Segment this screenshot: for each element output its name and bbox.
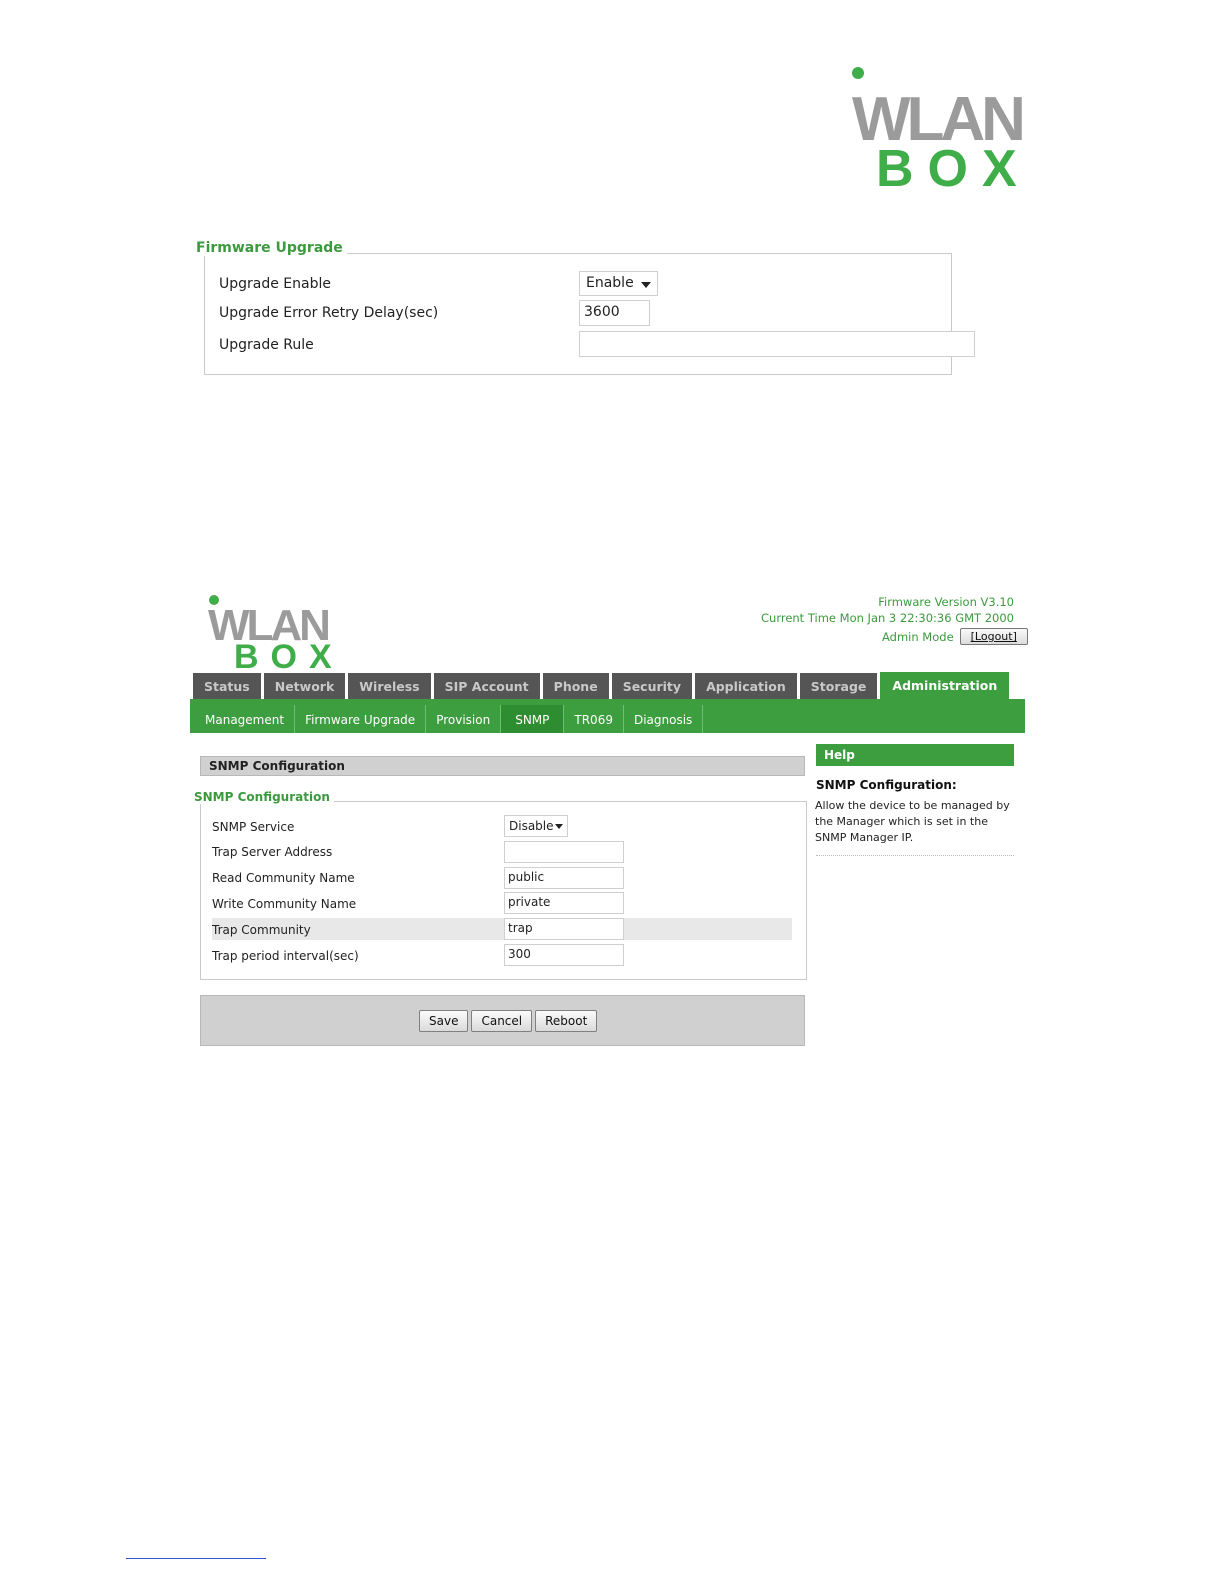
svg-text:BOX: BOX bbox=[876, 140, 1031, 192]
tab-application[interactable]: Application bbox=[695, 673, 797, 699]
chevron-down-icon bbox=[641, 281, 651, 288]
main-tabs: Status Network Wireless SIP Account Phon… bbox=[193, 672, 1012, 699]
current-time: Current Time Mon Jan 3 22:30:36 GMT 2000 bbox=[761, 611, 1014, 625]
cancel-button[interactable]: Cancel bbox=[471, 1010, 533, 1032]
firmware-upgrade-legend: Firmware Upgrade bbox=[194, 240, 347, 256]
help-divider bbox=[816, 855, 1014, 856]
snmp-service-value: Disable bbox=[509, 819, 554, 833]
trap-community-label: Trap Community bbox=[212, 923, 311, 937]
tab-status[interactable]: Status bbox=[193, 673, 261, 699]
help-header: Help bbox=[816, 744, 1014, 766]
wlanbox-logo-small: WLAN BOX bbox=[208, 595, 344, 670]
retry-delay-label: Upgrade Error Retry Delay(sec) bbox=[219, 305, 439, 321]
trap-period-label: Trap period interval(sec) bbox=[212, 949, 359, 963]
subtab-tr069[interactable]: TR069 bbox=[564, 705, 624, 733]
reboot-button[interactable]: Reboot bbox=[535, 1010, 598, 1032]
footer-link-underline bbox=[126, 1558, 266, 1559]
upgrade-enable-value: Enable bbox=[586, 275, 634, 291]
section-title: SNMP Configuration bbox=[200, 756, 805, 776]
upgrade-rule-input[interactable] bbox=[579, 331, 975, 357]
read-community-label: Read Community Name bbox=[212, 871, 355, 885]
upgrade-rule-label: Upgrade Rule bbox=[219, 337, 314, 353]
tab-wireless[interactable]: Wireless bbox=[348, 673, 431, 699]
snmp-service-select[interactable]: Disable bbox=[504, 815, 568, 837]
snmp-service-label: SNMP Service bbox=[212, 820, 295, 834]
upgrade-enable-label: Upgrade Enable bbox=[219, 276, 331, 292]
help-text: Allow the device to be managed by the Ma… bbox=[815, 799, 1010, 844]
write-community-label: Write Community Name bbox=[212, 897, 357, 911]
snmp-config-legend: SNMP Configuration bbox=[192, 790, 334, 804]
admin-mode-label: Admin Mode bbox=[882, 629, 954, 644]
trap-period-input[interactable]: 300 bbox=[504, 944, 624, 966]
write-community-input[interactable]: private bbox=[504, 892, 624, 914]
retry-delay-input[interactable]: 3600 bbox=[579, 300, 650, 326]
subtab-diagnosis[interactable]: Diagnosis bbox=[624, 705, 704, 733]
action-buttons: Save Cancel Reboot bbox=[419, 1010, 598, 1032]
tab-sip-account[interactable]: SIP Account bbox=[433, 673, 540, 699]
upgrade-enable-select[interactable]: Enable bbox=[579, 271, 658, 296]
trap-server-input[interactable] bbox=[504, 841, 624, 863]
subtab-firmware-upgrade[interactable]: Firmware Upgrade bbox=[295, 705, 427, 733]
subtab-provision[interactable]: Provision bbox=[426, 705, 502, 733]
sub-tabs: Management Firmware Upgrade Provision SN… bbox=[195, 705, 704, 733]
wlanbox-logo: WLAN BOX bbox=[852, 67, 1031, 192]
tab-phone[interactable]: Phone bbox=[542, 673, 609, 699]
trap-community-input[interactable]: trap bbox=[504, 918, 624, 940]
tab-administration[interactable]: Administration bbox=[880, 672, 1010, 699]
firmware-version: Firmware Version V3.10 bbox=[878, 595, 1014, 609]
tab-network[interactable]: Network bbox=[263, 673, 346, 699]
save-button[interactable]: Save bbox=[419, 1010, 469, 1032]
logout-button[interactable]: [Logout] bbox=[959, 628, 1028, 645]
tab-storage[interactable]: Storage bbox=[799, 673, 878, 699]
read-community-input[interactable]: public bbox=[504, 867, 624, 889]
svg-text:BOX: BOX bbox=[234, 638, 344, 670]
subtab-management[interactable]: Management bbox=[195, 705, 296, 733]
trap-server-label: Trap Server Address bbox=[212, 845, 333, 859]
tab-security[interactable]: Security bbox=[611, 673, 693, 699]
subtab-snmp[interactable]: SNMP bbox=[501, 705, 565, 733]
help-title: SNMP Configuration: bbox=[816, 778, 957, 792]
admin-mode-row: Admin Mode [Logout] bbox=[882, 628, 1028, 645]
chevron-down-icon bbox=[555, 824, 563, 829]
